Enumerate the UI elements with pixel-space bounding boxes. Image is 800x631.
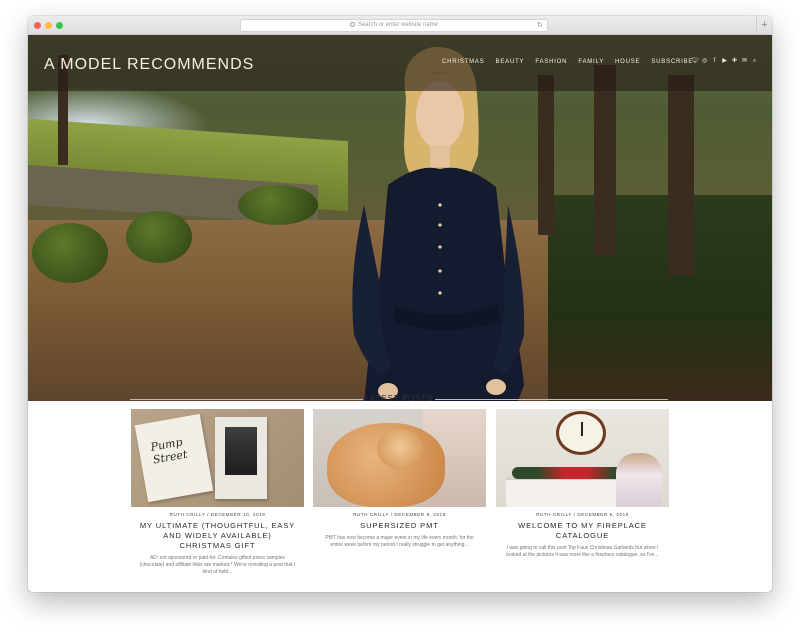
nav-item-family[interactable]: FAMILY	[578, 59, 604, 65]
post-card[interactable]: RUTH CRILLY / DECEMBER 8, 2019 SUPERSIZE…	[313, 409, 486, 549]
section-title: LATEST POSTS	[364, 394, 434, 403]
post-title[interactable]: SUPERSIZED PMT	[313, 521, 486, 531]
hero-hedge	[238, 185, 318, 225]
nav-item-house[interactable]: HOUSE	[615, 59, 640, 65]
post-excerpt: PMT has now become a major event in my l…	[325, 535, 474, 548]
divider	[130, 399, 363, 400]
browser-titlebar: Search or enter website name ↻ +	[28, 16, 772, 35]
post-thumbnail[interactable]	[313, 409, 486, 507]
reload-icon[interactable]: ↻	[537, 20, 543, 31]
nav-item-fashion[interactable]: FASHION	[535, 59, 567, 65]
nav-item-beauty[interactable]: BEAUTY	[496, 59, 525, 65]
minimize-window-button[interactable]	[45, 22, 52, 29]
instagram-icon[interactable]: ◎	[702, 57, 707, 65]
new-tab-button[interactable]: +	[756, 16, 772, 35]
address-bar[interactable]: Search or enter website name ↻	[240, 19, 548, 32]
post-meta: RUTH CRILLY / DECEMBER 10, 2019	[169, 512, 266, 517]
hero-tree-trunk	[668, 75, 694, 275]
person-image	[616, 453, 662, 507]
latest-posts-grid: Pump Street RUTH CRILLY / DECEMBER 10, 2…	[131, 409, 669, 575]
nav-item-subscribe[interactable]: SUBSCRIBE	[651, 59, 693, 65]
chocolate-brand-label: Pump Street	[149, 435, 189, 467]
bloglovin-icon[interactable]: ✚	[732, 57, 737, 65]
facebook-icon[interactable]: f	[712, 57, 717, 65]
latest-posts-heading: LATEST POSTS	[130, 394, 668, 406]
chocolate-bar-image: Pump Street	[134, 413, 214, 503]
social-icons: 🐦︎ ◎ f ▶ ✚ ✉ ⌕	[692, 57, 757, 65]
hero-tree-trunk	[594, 65, 616, 255]
book-image	[215, 417, 267, 499]
divider	[435, 399, 668, 400]
nav-item-christmas[interactable]: CHRISTMAS	[442, 59, 485, 65]
post-excerpt: AD: not sponsored or paid-for. Contains …	[139, 555, 296, 575]
site-logo[interactable]: A MODEL RECOMMENDS	[44, 56, 254, 74]
post-title[interactable]: WELCOME TO MY FIREPLACE CATALOGUE	[496, 521, 669, 541]
twitter-icon[interactable]: 🐦︎	[692, 57, 700, 65]
search-icon[interactable]: ⌕	[752, 57, 757, 65]
hero-hedge	[126, 211, 192, 263]
post-meta: RUTH CRILLY / DECEMBER 6, 2019	[536, 512, 629, 517]
search-icon	[349, 22, 355, 27]
post-title[interactable]: MY ULTIMATE (THOUGHTFUL, EASY AND WIDELY…	[131, 521, 304, 551]
clock-image	[556, 411, 606, 455]
post-card[interactable]: Pump Street RUTH CRILLY / DECEMBER 10, 2…	[131, 409, 304, 576]
maximize-window-button[interactable]	[56, 22, 63, 29]
hero-image: A MODEL RECOMMENDS CHRISTMAS BEAUTY FASH…	[28, 35, 772, 401]
close-window-button[interactable]	[34, 22, 41, 29]
post-thumbnail[interactable]: Pump Street	[131, 409, 304, 507]
youtube-icon[interactable]: ▶	[722, 57, 727, 65]
main-nav: CHRISTMAS BEAUTY FASHION FAMILY HOUSE SU…	[442, 59, 704, 65]
hero-hedge	[32, 223, 108, 283]
address-bar-placeholder: Search or enter website name	[357, 22, 439, 28]
post-thumbnail[interactable]	[496, 409, 669, 507]
post-excerpt: I was going to call this post Top Faux C…	[506, 545, 659, 558]
post-card[interactable]: RUTH CRILLY / DECEMBER 6, 2019 WELCOME T…	[496, 409, 669, 559]
email-icon[interactable]: ✉	[742, 57, 747, 65]
site-header: A MODEL RECOMMENDS CHRISTMAS BEAUTY FASH…	[28, 35, 772, 91]
hero-foliage	[548, 195, 772, 401]
post-meta: RUTH CRILLY / DECEMBER 8, 2019	[353, 512, 446, 517]
browser-window: Search or enter website name ↻ + A MODEL…	[28, 16, 772, 592]
cat-face-image	[377, 429, 423, 469]
